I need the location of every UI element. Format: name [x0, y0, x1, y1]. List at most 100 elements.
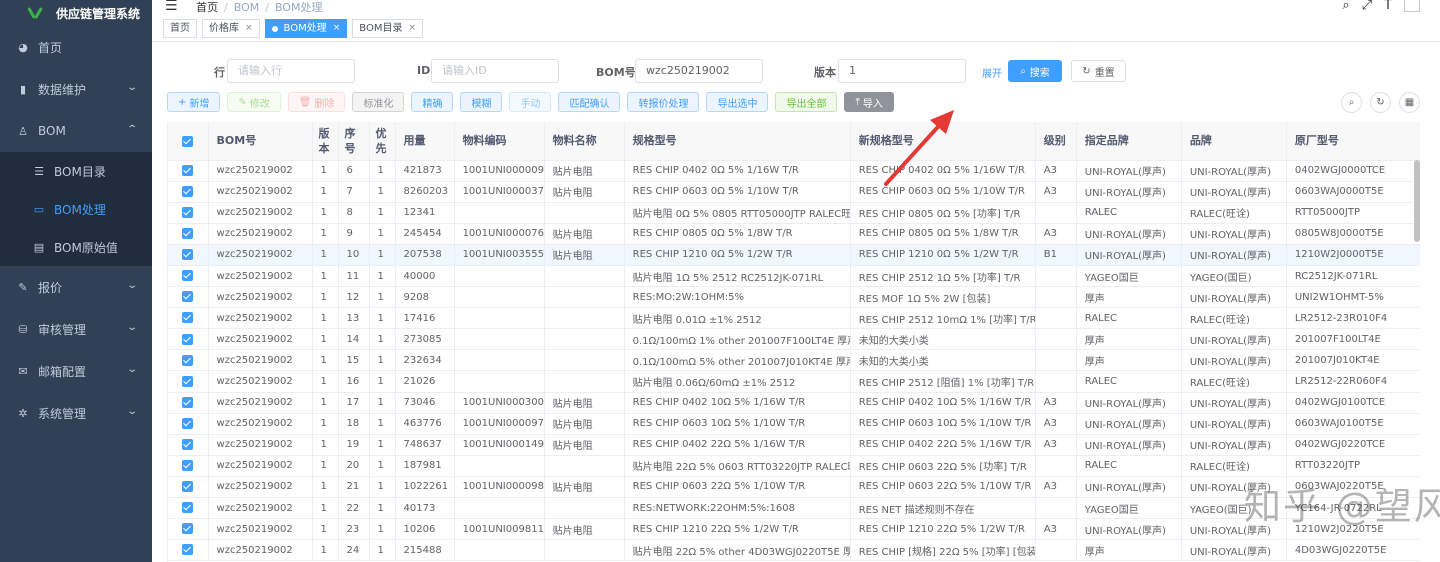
search-icon[interactable]: ⌕	[1342, 0, 1349, 13]
bom-input[interactable]: wzc250219002	[635, 59, 763, 83]
row-select-cell[interactable]	[168, 392, 209, 414]
tag-1[interactable]: 价格库 ×	[202, 19, 260, 38]
sidebar-subitem-2[interactable]: ▤ BOM原始值	[0, 228, 152, 266]
table-row[interactable]: wzc250219002 1 14 1 273085 0.1Ω/100mΩ 1% othe…	[168, 328, 1420, 351]
tag-0[interactable]: 首页	[163, 19, 197, 38]
row-select-cell[interactable]	[168, 202, 209, 224]
row-checkbox[interactable]	[182, 354, 194, 366]
avatar[interactable]	[1404, 0, 1420, 12]
app-logo[interactable]: 供应链管理系统	[0, 0, 152, 26]
row-select-cell[interactable]	[168, 434, 209, 456]
sidebar-item-b-1[interactable]: ⛁ 审核管理 ⌄	[0, 308, 152, 350]
row-checkbox[interactable]	[182, 439, 194, 451]
row-input[interactable]: 请输入行	[227, 59, 355, 83]
row-checkbox[interactable]	[182, 544, 194, 556]
row-select-cell[interactable]	[168, 307, 209, 330]
row-select-cell[interactable]	[168, 539, 209, 562]
table-row[interactable]: wzc250219002 1 17 1 73046 1001UNI000300 贴片电阻 RE…	[168, 392, 1420, 414]
row-select-cell[interactable]	[168, 181, 209, 203]
select-all-header[interactable]	[168, 122, 209, 161]
row-checkbox[interactable]	[182, 228, 194, 240]
row-checkbox[interactable]	[182, 312, 194, 324]
close-icon[interactable]: ×	[245, 20, 253, 37]
table-row[interactable]: wzc250219002 1 24 1 215488 贴片电阻 22Ω 5% other …	[168, 539, 1420, 562]
reset-button[interactable]: ↻ 重置	[1071, 60, 1126, 82]
standardize-button[interactable]: 标准化	[352, 92, 405, 112]
sidebar-item-2[interactable]: ♙ BOM ⌃	[0, 110, 152, 152]
table-row[interactable]: wzc250219002 1 13 1 17416 贴片电阻 0.01Ω ±1% 2512…	[168, 307, 1420, 330]
sidebar-item-b-2[interactable]: ✉ 邮箱配置 ⌄	[0, 350, 152, 392]
manual-button[interactable]: 手动	[509, 92, 552, 112]
row-select-cell[interactable]	[168, 518, 209, 541]
table-row[interactable]: wzc250219002 1 10 1 207538 1001UNI003555 贴片电阻 R…	[168, 244, 1420, 266]
table-row[interactable]: wzc250219002 1 19 1 748637 1001UNI000149 贴片电阻 R…	[168, 434, 1420, 456]
table-scrollbar[interactable]	[1414, 160, 1420, 242]
table-row[interactable]: wzc250219002 1 7 1 8260203 1001UNI000037 贴片电阻 R…	[168, 181, 1420, 203]
row-checkbox[interactable]	[182, 502, 194, 514]
close-icon[interactable]: ×	[408, 20, 416, 37]
sidebar-subitem-1[interactable]: ▭ BOM处理	[0, 190, 152, 228]
row-checkbox[interactable]	[182, 291, 194, 303]
id-input[interactable]: 请输入ID	[431, 59, 559, 83]
delete-button[interactable]: 🗑 删除	[287, 92, 346, 112]
sidebar-item-b-0[interactable]: ✎ 报价 ⌄	[0, 266, 152, 308]
row-select-cell[interactable]	[168, 455, 209, 477]
row-checkbox[interactable]	[182, 249, 194, 261]
export-selected-button[interactable]: 导出选中	[706, 92, 769, 112]
row-checkbox[interactable]	[182, 333, 194, 345]
table-row[interactable]: wzc250219002 1 21 1 1022261 1001UNI000098 贴片电阻…	[168, 476, 1420, 499]
exact-button[interactable]: 精确	[411, 92, 454, 112]
font-size-icon[interactable]: T	[1384, 0, 1392, 13]
row-select-cell[interactable]	[168, 476, 209, 499]
table-row[interactable]: wzc250219002 1 8 1 12341 贴片电阻 0Ω 5% 0805 RTT0…	[168, 202, 1420, 224]
table-row[interactable]: wzc250219002 1 20 1 187981 贴片电阻 22Ω 5% 0603 R…	[168, 455, 1420, 477]
table-row[interactable]: wzc250219002 1 9 1 245454 1001UNI000076 贴片电阻 RE…	[168, 223, 1420, 245]
export-all-button[interactable]: 导出全部	[775, 92, 838, 112]
table-row[interactable]: wzc250219002 1 11 1 40000 贴片电阻 1Ω 5% 2512 RC2…	[168, 265, 1420, 288]
table-row[interactable]: wzc250219002 1 12 1 9208 RES:MO:2W:1OHM:5% RES…	[168, 286, 1420, 309]
search-button[interactable]: ⌕ 搜索	[1008, 60, 1062, 82]
tag-3[interactable]: BOM目录 ×	[352, 19, 424, 38]
row-select-cell[interactable]	[168, 349, 209, 372]
fuzzy-button[interactable]: 模糊	[460, 92, 503, 112]
breadcrumb-home[interactable]: 首页	[196, 1, 218, 14]
row-checkbox[interactable]	[182, 164, 194, 176]
row-select-cell[interactable]	[168, 286, 209, 309]
table-row[interactable]: wzc250219002 1 16 1 21026 贴片电阻 0.06Ω/60mΩ ±1%…	[168, 370, 1420, 393]
row-select-cell[interactable]	[168, 265, 209, 288]
sidebar-item-1[interactable]: ▮ 数据维护 ⌄	[0, 68, 152, 110]
row-select-cell[interactable]	[168, 497, 209, 520]
close-icon[interactable]: ×	[333, 20, 341, 37]
row-select-cell[interactable]	[168, 244, 209, 266]
sidebar-item-b-3[interactable]: ✲ 系统管理 ⌄	[0, 392, 152, 434]
add-button[interactable]: + 新增	[167, 92, 221, 112]
row-select-cell[interactable]	[168, 370, 209, 393]
table-row[interactable]: wzc250219002 1 23 1 10206 1001UNI009811 贴片电阻 RE…	[168, 518, 1420, 541]
row-select-cell[interactable]	[168, 160, 209, 182]
table-row[interactable]: wzc250219002 1 15 1 232634 0.1Ω/100mΩ 5% othe…	[168, 349, 1420, 372]
sidebar-subitem-0[interactable]: ☰ BOM目录	[0, 152, 152, 190]
fullscreen-icon[interactable]: ⤢	[1362, 0, 1372, 13]
version-input[interactable]: 1	[838, 59, 966, 83]
expand-link[interactable]: 展开	[982, 65, 1002, 80]
row-checkbox[interactable]	[182, 206, 194, 218]
sidebar-item-0[interactable]: ◕ 首页	[0, 26, 152, 68]
match-confirm-button[interactable]: 匹配确认	[558, 92, 621, 112]
table-row[interactable]: wzc250219002 1 6 1 421873 1001UNI000009 贴片电阻 RE…	[168, 160, 1420, 182]
edit-button[interactable]: ✎ 修改	[227, 92, 281, 112]
row-checkbox[interactable]	[182, 270, 194, 282]
row-checkbox[interactable]	[182, 396, 194, 408]
to-quote-button[interactable]: 转报价处理	[627, 92, 700, 112]
hamburger-icon[interactable]: ☰	[165, 0, 178, 13]
tag-2[interactable]: BOM处理 ×	[264, 19, 348, 38]
row-checkbox[interactable]	[182, 523, 194, 535]
row-select-cell[interactable]	[168, 223, 209, 245]
row-checkbox[interactable]	[182, 417, 194, 429]
row-checkbox[interactable]	[182, 185, 194, 197]
table-row[interactable]: wzc250219002 1 18 1 463776 1001UNI000097 贴片电阻 R…	[168, 413, 1420, 435]
columns-button[interactable]: ▦	[1399, 92, 1420, 113]
row-select-cell[interactable]	[168, 413, 209, 435]
table-row[interactable]: wzc250219002 1 22 1 40173 RES:NETWORK:22OHM:5…	[168, 497, 1420, 520]
breadcrumb-bom[interactable]: BOM	[234, 1, 260, 14]
select-all-checkbox[interactable]	[182, 135, 194, 147]
